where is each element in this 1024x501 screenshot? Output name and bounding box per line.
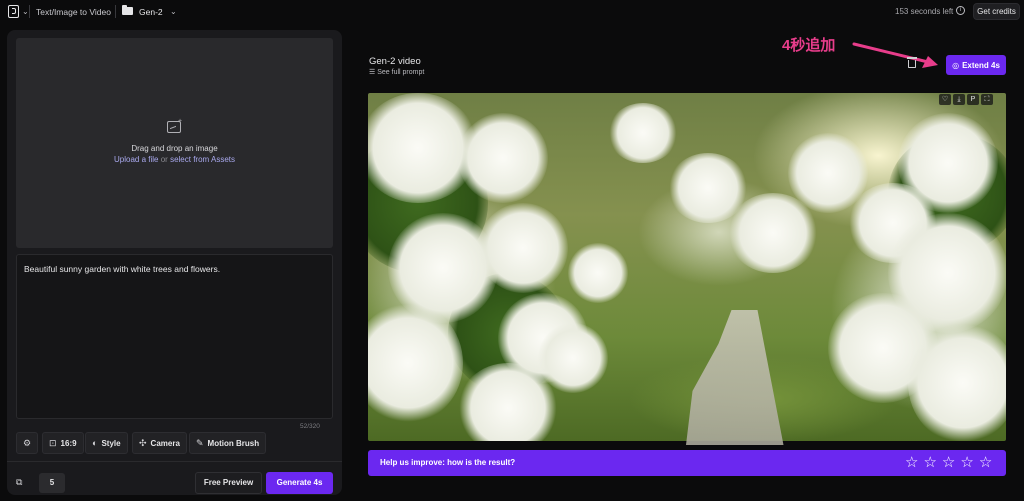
star-icon[interactable]: ☆ xyxy=(905,453,918,472)
star-icon[interactable]: ☆ xyxy=(923,453,936,472)
list-icon: ☰ xyxy=(369,69,378,76)
sliders-icon: ⚙ xyxy=(22,437,32,448)
annotation-arrow xyxy=(852,42,938,68)
generate-button[interactable]: Generate 4s xyxy=(266,472,333,494)
upload-file-link[interactable]: Upload a file xyxy=(114,155,158,164)
camera-button[interactable]: ✣ Camera xyxy=(132,432,187,454)
flower-cluster xyxy=(478,203,568,293)
star-icon[interactable]: ☆ xyxy=(960,453,973,472)
camera-icon: ✣ xyxy=(139,437,147,448)
chevron-down-icon[interactable]: ⌄ xyxy=(22,7,29,16)
get-credits-button[interactable]: Get credits xyxy=(973,3,1020,20)
trash-icon[interactable] xyxy=(907,57,917,68)
see-full-prompt-link[interactable]: ☰ See full prompt xyxy=(369,68,424,76)
aspect-ratio-icon: ⊡ xyxy=(49,437,57,448)
prompt-textarea[interactable]: Beautiful sunny garden with white trees … xyxy=(16,254,333,419)
video-count-group: ⧉ 5 xyxy=(16,472,65,493)
divider xyxy=(7,461,342,462)
seconds-left: 153 seconds left xyxy=(895,7,954,16)
download-icon[interactable]: ⤓ xyxy=(953,94,965,105)
fullscreen-icon[interactable]: ⛶ xyxy=(981,94,993,105)
character-counter: 52/320 xyxy=(300,423,320,430)
or-text: or xyxy=(160,155,168,164)
star-icon[interactable]: ☆ xyxy=(942,453,955,472)
flower-cluster xyxy=(908,323,1006,441)
dropzone-links: Upload a file or select from Assets xyxy=(16,155,333,164)
extend-button[interactable]: ◎ Extend 4s xyxy=(946,55,1006,75)
flower-cluster xyxy=(898,113,998,213)
dropzone-title: Drag and drop an image xyxy=(131,144,218,153)
layers-icon: ⧉ xyxy=(16,477,23,487)
brush-icon: ✎ xyxy=(196,437,204,448)
divider xyxy=(29,5,30,18)
flower-cluster xyxy=(568,243,628,303)
style-button[interactable]: ◐ Style xyxy=(85,432,128,454)
settings-button[interactable]: ⚙ xyxy=(16,432,38,454)
video-preview[interactable] xyxy=(368,93,1006,441)
runway-logo-icon[interactable] xyxy=(8,5,19,18)
star-icon[interactable]: ☆ xyxy=(979,453,992,472)
video-title: Gen-2 video xyxy=(369,56,421,67)
top-bar: ⌄ Text/Image to Video Gen-2 ⌄ 153 second… xyxy=(0,0,1024,24)
rating-stars: ☆ ☆ ☆ ☆ ☆ xyxy=(905,453,992,472)
motion-brush-button[interactable]: ✎ Motion Brush xyxy=(189,432,267,454)
chevron-down-icon[interactable]: ⌄ xyxy=(170,7,177,16)
palette-icon: ◐ xyxy=(92,438,98,448)
heart-icon[interactable]: ♡ xyxy=(939,94,951,105)
divider xyxy=(115,5,116,18)
extend-icon: ◎ xyxy=(952,60,960,70)
feedback-text: Help us improve: how is the result? xyxy=(380,458,516,467)
plus-icon: + xyxy=(178,118,183,125)
flower-cluster xyxy=(538,323,608,393)
aspect-ratio-button[interactable]: ⊡ 16:9 xyxy=(42,432,84,454)
info-icon[interactable]: i xyxy=(956,6,965,15)
free-preview-button[interactable]: Free Preview xyxy=(195,472,262,494)
breadcrumb-tool[interactable]: Text/Image to Video xyxy=(36,7,111,17)
feedback-bar: Help us improve: how is the result? ☆ ☆ ☆ ☆… xyxy=(368,450,1006,476)
annotation-label: 4秒追加 xyxy=(782,37,836,54)
folder-icon xyxy=(122,5,133,15)
video-count-field[interactable]: 5 xyxy=(39,472,65,493)
p-icon[interactable]: P xyxy=(967,94,979,105)
flower-cluster xyxy=(458,113,548,203)
project-name[interactable]: Gen-2 xyxy=(139,7,163,17)
select-from-assets-link[interactable]: select from Assets xyxy=(170,155,235,164)
image-dropzone[interactable] xyxy=(16,38,333,248)
flower-cluster xyxy=(608,103,678,163)
video-controls: ♡ ⤓ P ⛶ xyxy=(939,94,993,105)
